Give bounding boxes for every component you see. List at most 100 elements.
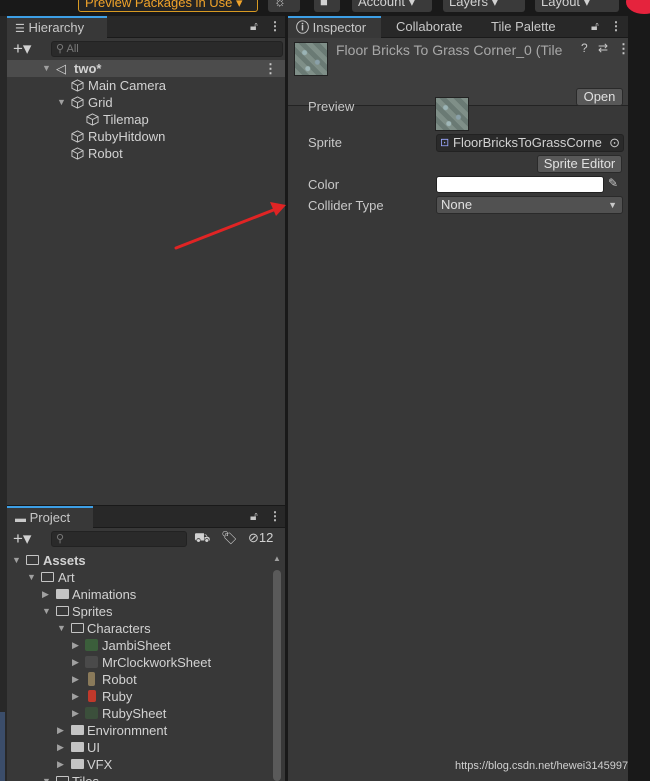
sprite-object-field[interactable]: ⊡ FloorBricksToGrassCorne ⊙ [436, 134, 624, 152]
expand-arrow-icon[interactable]: ▼ [57, 94, 66, 111]
create-button[interactable]: +▾ [13, 529, 31, 549]
collapse-arrow-icon[interactable]: ▶ [72, 637, 79, 654]
project-folder[interactable]: ▼ Tiles [7, 773, 285, 781]
sprite-editor-button[interactable]: Sprite Editor [537, 155, 622, 173]
hierarchy-item[interactable]: Tilemap [7, 111, 285, 128]
lock-icon[interactable]: 🔓︎ [250, 509, 258, 524]
project-folder[interactable]: ▼ Characters [7, 620, 285, 637]
tab-tile-palette[interactable]: Tile Palette [483, 16, 564, 38]
project-item-label: Sprites [72, 604, 113, 619]
hierarchy-item-label: Grid [88, 95, 113, 110]
project-folder[interactable]: ▶ Animations [7, 586, 285, 603]
list-icon: ☰ [15, 23, 25, 35]
collapse-arrow-icon[interactable]: ▶ [72, 688, 79, 705]
account-dropdown[interactable]: Account ▾ [352, 0, 432, 12]
hierarchy-item[interactable]: Robot [7, 145, 285, 162]
hierarchy-item[interactable]: Main Camera [7, 77, 285, 94]
expand-arrow-icon[interactable]: ▼ [27, 569, 36, 586]
project-asset[interactable]: ▶ MrClockworkSheet [7, 654, 285, 671]
preview-packages-button[interactable]: Preview Packages in Use ▾ [78, 0, 258, 12]
account-label: Account [358, 0, 405, 9]
create-button[interactable]: +▾ [13, 39, 31, 59]
layers-label: Layers [449, 0, 489, 9]
folder-open-icon [41, 572, 54, 582]
panel-menu-icon[interactable]: ⋮ [269, 509, 281, 523]
tab-hierarchy-label: Hierarchy [28, 20, 85, 35]
search-icon: ⚲ [56, 43, 65, 55]
collapse-arrow-icon[interactable]: ▶ [72, 705, 79, 722]
watermark-text: https://blog.csdn.net/hewei3145997 [455, 760, 629, 772]
object-picker-icon[interactable]: ⊙ [609, 135, 620, 151]
project-item-label: RubySheet [102, 706, 167, 721]
preset-icon[interactable]: ⇄ [598, 41, 608, 55]
inspector-panel: ⓘ Inspector Collaborate Tile Palette 🔓︎ … [288, 16, 630, 781]
folder-open-icon [26, 555, 39, 565]
project-scroll-thumb[interactable] [273, 570, 281, 781]
project-folder[interactable]: ▼ Sprites [7, 603, 285, 620]
collapse-arrow-icon[interactable]: ▶ [42, 586, 49, 603]
scroll-up-icon[interactable]: ▲ [273, 554, 281, 563]
collapse-arrow-icon[interactable]: ▶ [72, 671, 79, 688]
folder-open-icon [56, 776, 69, 781]
collider-type-dropdown[interactable]: None ▼ [436, 196, 623, 214]
tab-project[interactable]: ▬ Project [7, 506, 93, 529]
project-asset[interactable]: ▶ Ruby [7, 688, 285, 705]
project-folder[interactable]: ▼ Art [7, 569, 285, 586]
open-button[interactable]: Open [576, 88, 623, 106]
expand-arrow-icon[interactable]: ▼ [42, 603, 51, 620]
collapse-arrow-icon[interactable]: ▶ [57, 739, 64, 756]
eyedropper-icon[interactable]: ✎ [608, 176, 622, 193]
project-folder[interactable]: ▶ Environmnent [7, 722, 285, 739]
lock-icon[interactable]: 🔓︎ [591, 19, 599, 34]
scene-row[interactable]: ▼ ◁ two* ⋮ [7, 60, 285, 77]
expand-arrow-icon[interactable]: ▼ [57, 620, 66, 637]
color-field[interactable] [436, 176, 604, 193]
panel-menu-icon[interactable]: ⋮ [269, 19, 281, 33]
tab-collaborate[interactable]: Collaborate [388, 16, 471, 38]
hierarchy-item[interactable]: ▼ Grid [7, 94, 285, 111]
preview-thumbnail [435, 97, 469, 131]
project-scrollbar[interactable]: ▲ [273, 554, 281, 781]
folder-icon [71, 725, 84, 735]
tab-hierarchy[interactable]: ☰ Hierarchy [7, 16, 107, 39]
project-folder[interactable]: ▼ Assets [7, 552, 285, 569]
help-icon[interactable]: ? [581, 41, 588, 55]
scene-view-edge-highlight [0, 712, 5, 781]
expand-arrow-icon[interactable]: ▼ [12, 552, 21, 569]
panel-menu-icon[interactable]: ⋮ [610, 19, 622, 33]
collapse-arrow-icon[interactable]: ▶ [57, 722, 64, 739]
asset-header: Floor Bricks To Grass Corner_0 (Tile ? ⇄… [288, 38, 630, 106]
lock-icon[interactable]: 🔓︎ [250, 19, 258, 34]
collapse-arrow-icon[interactable]: ▶ [57, 756, 64, 773]
layers-dropdown[interactable]: Layers ▾ [443, 0, 525, 12]
hierarchy-item[interactable]: RubyHitdown [7, 128, 285, 145]
collapse-arrow-icon[interactable]: ▶ [72, 654, 79, 671]
project-item-label: UI [87, 740, 100, 755]
collab-button[interactable]: ■ [314, 0, 340, 12]
project-folder[interactable]: ▶ UI [7, 739, 285, 756]
filter-by-type-icon[interactable]: ⛟ [194, 530, 210, 548]
hidden-packages-button[interactable]: ⊘12 [248, 530, 273, 546]
project-folder[interactable]: ▶ VFX [7, 756, 285, 773]
hierarchy-tabbar: ☰ Hierarchy 🔓︎ ⋮ [7, 16, 285, 39]
tab-tile-palette-label: Tile Palette [491, 19, 556, 34]
project-item-label: Art [58, 570, 75, 585]
scene-menu-icon[interactable]: ⋮ [264, 60, 277, 77]
hierarchy-item-label: RubyHitdown [88, 129, 166, 144]
hierarchy-search-input[interactable]: ⚲ All [51, 41, 283, 57]
hierarchy-panel: ☰ Hierarchy 🔓︎ ⋮ +▾ ⚲ All ▼ ◁ two* ⋮ Mai… [7, 16, 285, 505]
project-asset[interactable]: ▶ JambiSheet [7, 637, 285, 654]
unity-scene-icon: ◁ [56, 61, 66, 76]
project-search-input[interactable]: ⚲ [51, 531, 187, 547]
project-asset[interactable]: ▶ RubySheet [7, 705, 285, 722]
collider-type-value: None [441, 197, 473, 212]
project-asset[interactable]: ▶ Robot [7, 671, 285, 688]
tab-inspector[interactable]: ⓘ Inspector [288, 16, 381, 39]
expand-arrow-icon[interactable]: ▼ [42, 773, 51, 781]
sprite-sheet-icon [85, 656, 98, 668]
layout-dropdown[interactable]: Layout ▾ [535, 0, 619, 12]
filter-by-label-icon[interactable]: 🏷︎ [221, 530, 238, 546]
expand-arrow-icon[interactable]: ▼ [42, 60, 51, 77]
cloud-button[interactable]: ☼ [268, 0, 300, 12]
project-item-label: JambiSheet [102, 638, 171, 653]
